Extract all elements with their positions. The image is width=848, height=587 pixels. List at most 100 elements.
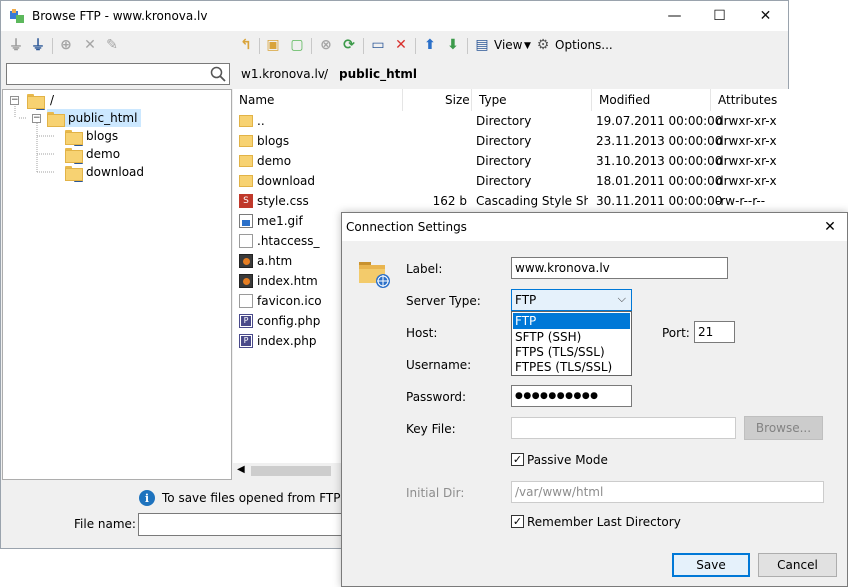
tree-item-root[interactable]: /: [27, 91, 54, 110]
delete-file-icon[interactable]: ✕: [392, 36, 410, 54]
css-file-icon: S: [239, 194, 253, 208]
maximize-button[interactable]: ☐: [697, 1, 742, 31]
username-caption: Username:: [406, 358, 472, 372]
folder-tree[interactable]: − / − public_html blogs demo download: [2, 89, 232, 480]
left-toolbar: ⏚ ⏚ ⊕ ✕ ✎: [1, 32, 232, 58]
close-button[interactable]: ✕: [743, 1, 788, 31]
php-file-icon: P: [239, 334, 253, 348]
network-folder-icon: [65, 165, 83, 182]
dialog-close-button[interactable]: ✕: [813, 213, 847, 241]
tree-collapse-public-html[interactable]: −: [32, 114, 41, 123]
save-button[interactable]: Save: [672, 553, 750, 577]
tree-item-download[interactable]: download: [65, 163, 145, 182]
globe-icon[interactable]: ⊕: [57, 36, 75, 54]
column-header-name[interactable]: Name: [239, 89, 274, 111]
tree-item-blogs[interactable]: blogs: [65, 127, 118, 146]
remember-dir-checkbox[interactable]: ✓: [511, 515, 524, 528]
file-type: Directory: [476, 154, 532, 168]
tree-item-label: public_html: [68, 111, 138, 125]
server-type-option[interactable]: FTPES (TLS/SSL): [513, 359, 614, 375]
folder-icon: [239, 155, 253, 167]
server-type-select[interactable]: FTP ⌵: [511, 289, 632, 311]
gear-icon[interactable]: ⚙: [534, 36, 552, 54]
server-type-option[interactable]: SFTP (SSH): [513, 329, 583, 345]
cancel-button[interactable]: Cancel: [758, 553, 837, 577]
file-name: download: [257, 174, 316, 188]
tree-item-label: download: [86, 165, 145, 179]
file-type: Directory: [476, 114, 532, 128]
view-menu[interactable]: View: [494, 38, 522, 52]
file-row[interactable]: Sstyle.css 162 b Cascading Style Sh... 30.1…: [233, 191, 789, 211]
app-icon: [10, 9, 24, 23]
new-folder-icon[interactable]: ▣: [264, 36, 282, 54]
view-chevron-icon[interactable]: ▼: [524, 41, 531, 51]
horizontal-scrollbar[interactable]: ◀: [233, 463, 353, 479]
folder-icon: [239, 175, 253, 187]
breadcrumb-separator: /: [324, 67, 329, 81]
server-type-option[interactable]: FTPS (TLS/SSL): [513, 344, 607, 360]
tree-item-label: demo: [86, 147, 121, 161]
server-type-dropdown[interactable]: FTP SFTP (SSH) FTPS (TLS/SSL) FTPES (TLS…: [511, 311, 632, 376]
file-row[interactable]: download Directory 18.01.2011 00:00:00 drwx…: [233, 171, 789, 191]
options-menu[interactable]: Options...: [555, 38, 613, 52]
info-message: i To save files opened from FTP, you: [139, 490, 370, 506]
passive-mode-label[interactable]: Passive Mode: [527, 453, 608, 467]
column-header-attributes[interactable]: Attributes: [718, 89, 777, 111]
network-folder-icon: [65, 147, 83, 164]
breadcrumb-folder[interactable]: public_html: [339, 67, 417, 81]
delete-icon[interactable]: ✕: [81, 36, 99, 54]
folder-icon: [239, 135, 253, 147]
file-name: ..: [257, 114, 265, 128]
text-file-icon: [239, 234, 253, 248]
view-icon[interactable]: ▤: [473, 36, 491, 54]
disconnect-icon[interactable]: ⏚: [29, 36, 47, 54]
file-modified: 31.10.2013 00:00:00: [596, 154, 723, 168]
scroll-left-icon[interactable]: ◀: [237, 464, 245, 475]
file-attributes: drwxr-xr-x: [716, 174, 777, 188]
column-header-type[interactable]: Type: [479, 89, 507, 111]
server-type-option[interactable]: FTP: [513, 313, 630, 329]
label-field[interactable]: www.kronova.lv: [511, 257, 728, 279]
column-header-modified[interactable]: Modified: [599, 89, 650, 111]
window-title: Browse FTP - www.kronova.lv: [32, 9, 208, 23]
chevron-down-icon: ⌵: [617, 292, 626, 305]
network-folder-icon: [65, 129, 83, 146]
new-file-icon[interactable]: ▢: [288, 36, 306, 54]
column-header-size[interactable]: Size: [445, 89, 470, 111]
connect-icon[interactable]: ⏚: [7, 36, 25, 54]
file-name: style.css: [257, 194, 309, 208]
stop-icon[interactable]: ⊗: [317, 36, 335, 54]
search-input[interactable]: [6, 63, 230, 85]
upload-icon[interactable]: ⬆: [421, 36, 439, 54]
browse-button[interactable]: Browse...: [744, 416, 823, 440]
tree-item-public-html[interactable]: public_html: [47, 109, 142, 127]
edit-icon[interactable]: ✎: [103, 36, 121, 54]
file-name: index.htm: [257, 274, 318, 288]
network-folder-icon: [27, 93, 45, 110]
keyfile-field[interactable]: [511, 417, 736, 439]
file-name: favicon.ico: [257, 294, 322, 308]
tree-collapse-root[interactable]: −: [10, 96, 19, 105]
rename-icon[interactable]: ▭: [369, 36, 387, 54]
scrollbar-thumb[interactable]: [251, 466, 331, 476]
file-attributes: drwxr-xr-x: [716, 134, 777, 148]
port-field[interactable]: 21: [694, 321, 735, 343]
initial-dir-field[interactable]: /var/www/html: [511, 481, 824, 503]
minimize-button[interactable]: —: [652, 1, 697, 31]
password-field[interactable]: ●●●●●●●●●●: [511, 385, 632, 407]
password-caption: Password:: [406, 390, 467, 404]
passive-mode-checkbox[interactable]: ✓: [511, 453, 524, 466]
remember-dir-label[interactable]: Remember Last Directory: [527, 515, 681, 529]
file-attributes: -rw-r--r--: [716, 194, 766, 208]
parent-folder-icon[interactable]: ↰: [237, 36, 255, 54]
file-row[interactable]: .. Directory 19.07.2011 00:00:00 drwxr-xr-x: [233, 111, 789, 131]
download-icon[interactable]: ⬇: [444, 36, 462, 54]
breadcrumb-host[interactable]: w1.kronova.lv: [241, 67, 325, 81]
file-name-input[interactable]: [138, 513, 358, 536]
right-toolbar: ↰ ▣ ▢ ⊗ ⟳ ▭ ✕ ⬆ ⬇ ▤ View ▼ ⚙ Options...: [233, 32, 789, 58]
file-row[interactable]: blogs Directory 23.11.2013 00:00:00 drwxr-x…: [233, 131, 789, 151]
file-type: Directory: [476, 134, 532, 148]
file-row[interactable]: demo Directory 31.10.2013 00:00:00 drwxr-xr…: [233, 151, 789, 171]
refresh-icon[interactable]: ⟳: [340, 36, 358, 54]
tree-item-demo[interactable]: demo: [65, 145, 121, 164]
